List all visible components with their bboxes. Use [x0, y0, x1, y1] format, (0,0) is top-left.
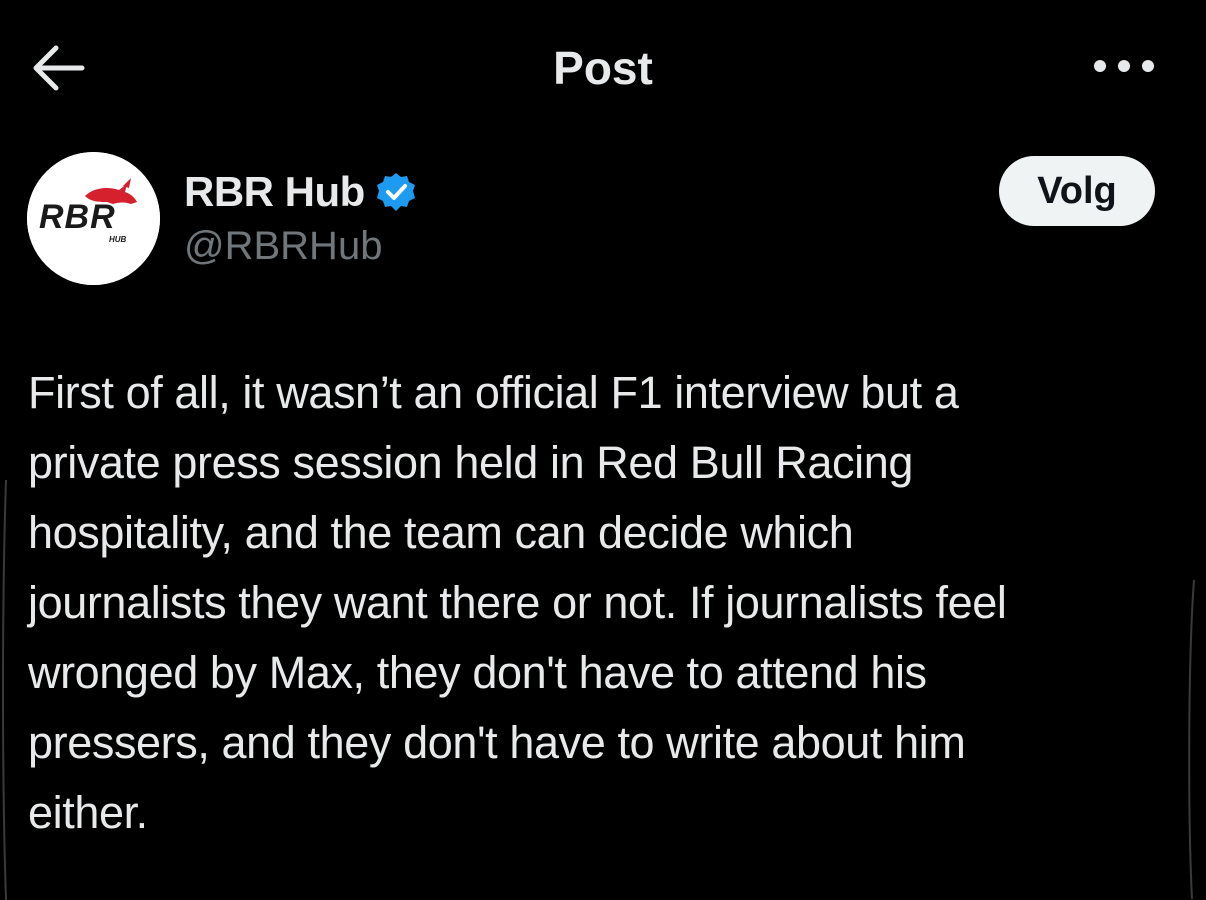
more-horizontal-icon: [1094, 60, 1154, 72]
screen-edge-left: [2, 480, 7, 900]
post-text-line: journalists they want there or not. If j…: [28, 577, 1007, 628]
author-handle[interactable]: @RBRHub: [184, 220, 382, 272]
post-text: First of all, it wasn’t an official F1 i…: [28, 358, 1188, 848]
verified-badge-icon[interactable]: [375, 171, 417, 213]
back-button[interactable]: [26, 38, 90, 98]
post-text-line: pressers, and they don't have to write a…: [28, 717, 966, 768]
author-name[interactable]: RBR Hub: [184, 168, 365, 216]
arrow-left-icon: [33, 45, 85, 91]
page-title: Post: [553, 42, 653, 94]
post-text-line: hospitality, and the team can decide whi…: [28, 507, 854, 558]
follow-button[interactable]: Volg: [999, 156, 1155, 226]
avatar-logo-text: RBR: [39, 198, 116, 236]
post-text-line: wronged by Max, they don't have to atten…: [28, 647, 927, 698]
more-options-button[interactable]: [1086, 44, 1162, 88]
avatar-logo-subtext: HUB: [109, 235, 127, 244]
post-text-line: First of all, it wasn’t an official F1 i…: [28, 367, 959, 418]
author-name-row: RBR Hub: [184, 164, 417, 220]
avatar[interactable]: RBR HUB: [27, 152, 160, 285]
top-bar: Post: [0, 0, 1206, 130]
post-text-line: either.: [28, 787, 148, 838]
rbr-hub-logo: RBR HUB: [27, 152, 160, 285]
post-text-line: private press session held in Red Bull R…: [28, 437, 913, 488]
